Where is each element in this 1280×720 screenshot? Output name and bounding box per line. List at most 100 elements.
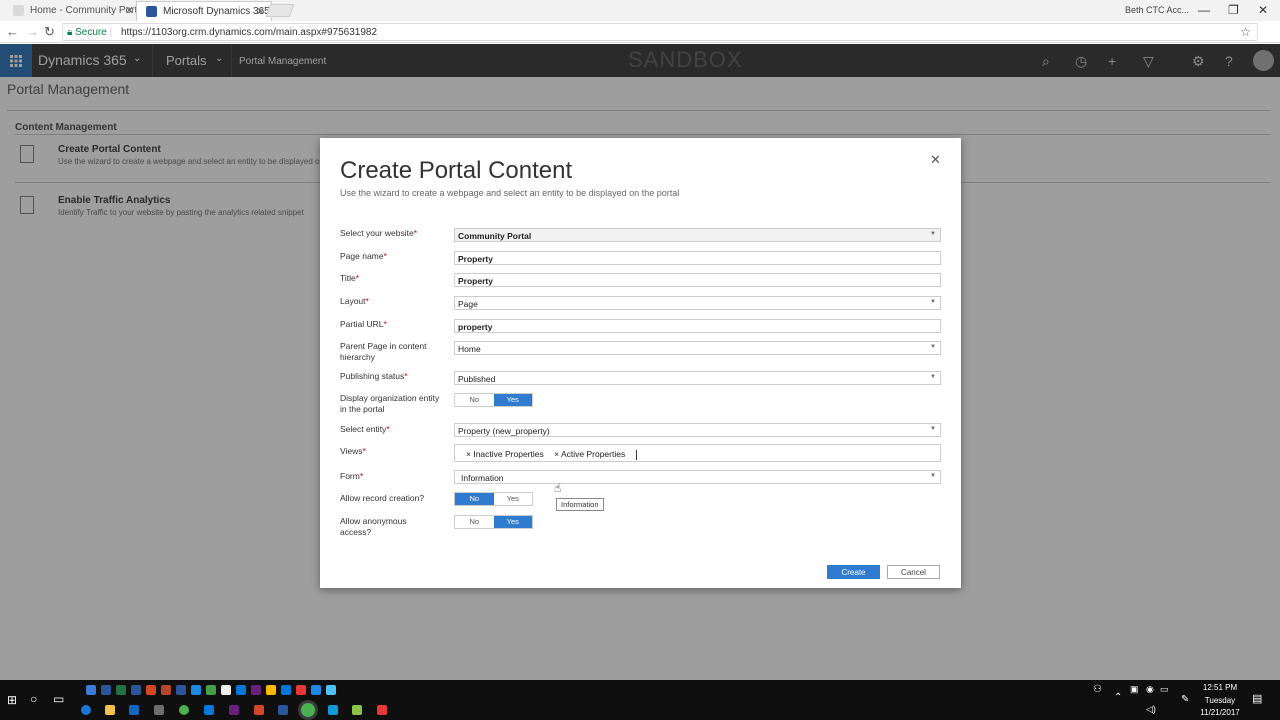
task-view-icon[interactable]: ▭ [53, 692, 64, 706]
secure-label: Secure [75, 27, 107, 38]
edge-icon[interactable] [81, 705, 91, 715]
website-select[interactable]: Community Portal ▼ [454, 228, 941, 242]
word-icon[interactable] [131, 685, 141, 695]
tab-label: Microsoft Dynamics 365 [163, 6, 270, 17]
excel-icon[interactable] [116, 685, 126, 695]
no-option[interactable]: No [455, 394, 494, 406]
word-icon[interactable] [278, 705, 288, 715]
partial-url-input[interactable]: property [454, 319, 941, 333]
reload-icon[interactable]: ↻ [44, 24, 55, 40]
close-window-icon[interactable]: ✕ [1258, 3, 1268, 17]
notifications-icon[interactable]: ▤ [1252, 692, 1262, 705]
allow-create-toggle[interactable]: No Yes [454, 492, 533, 506]
tab-home-community-portal[interactable]: Home - Community Porta ✕ [4, 1, 140, 21]
dialog-title: Create Portal Content [340, 157, 573, 184]
close-tab-icon[interactable]: ✕ [125, 4, 134, 17]
visual-studio-icon[interactable] [229, 705, 239, 715]
app-icon[interactable] [326, 685, 336, 695]
no-option[interactable]: No [455, 516, 494, 528]
app-icon[interactable] [86, 685, 96, 695]
create-button[interactable]: Create [827, 565, 880, 579]
publishing-status-select[interactable]: Published ▼ [454, 371, 941, 385]
app-icon[interactable] [236, 685, 246, 695]
clock-time[interactable]: 12:51 PM [1198, 683, 1242, 692]
cortana-icon[interactable]: ○ [30, 692, 37, 706]
yes-option[interactable]: Yes [493, 516, 532, 528]
clock-day[interactable]: Tuesday [1198, 696, 1242, 705]
volume-icon[interactable]: ◁) [1146, 704, 1156, 715]
app-icon[interactable] [296, 685, 306, 695]
display-org-label: Display organization entity in the porta… [340, 393, 440, 414]
new-tab-button[interactable] [265, 4, 295, 17]
yes-option[interactable]: Yes [494, 493, 533, 505]
app-icon[interactable] [352, 705, 362, 715]
clock-date[interactable]: 11/21/2017 [1198, 708, 1242, 717]
no-option[interactable]: No [455, 493, 494, 505]
app-icon[interactable] [221, 685, 231, 695]
tray-icon[interactable]: ▣ [1130, 684, 1139, 695]
outlook-icon[interactable] [204, 705, 214, 715]
windows-start-icon[interactable]: ⊞ [7, 693, 17, 707]
chrome-icon[interactable] [179, 705, 189, 715]
lock-icon: 🔒︎ [67, 27, 73, 38]
app-icon[interactable] [328, 705, 338, 715]
app-icon[interactable] [154, 705, 164, 715]
page-name-input[interactable]: Property [454, 251, 941, 265]
bookmark-star-icon[interactable]: ☆ [1240, 25, 1251, 39]
powerpoint-icon[interactable] [254, 705, 264, 715]
cancel-button[interactable]: Cancel [887, 565, 940, 579]
views-label: Views* [340, 446, 366, 456]
chrome-active-icon[interactable] [301, 703, 315, 717]
view-chip[interactable]: × Active Properties [554, 449, 625, 459]
back-icon[interactable]: ← [6, 24, 19, 39]
pen-icon[interactable]: ✎ [1181, 694, 1189, 705]
app-icon[interactable] [311, 685, 321, 695]
file-explorer-icon[interactable] [105, 705, 115, 715]
form-select[interactable]: Information ▼ [454, 470, 941, 484]
mouse-cursor-icon: ☝︎ [554, 481, 562, 495]
people-icon[interactable]: ⚇ [1093, 684, 1102, 695]
visual-studio-icon[interactable] [251, 685, 261, 695]
tooltip: Information [556, 498, 604, 511]
yes-option[interactable]: Yes [493, 394, 532, 406]
page-name-label: Page name* [340, 251, 387, 261]
forward-icon[interactable]: → [26, 24, 39, 39]
app-icon[interactable] [101, 685, 111, 695]
layout-select[interactable]: Page ▼ [454, 296, 941, 310]
minimize-icon[interactable]: — [1198, 3, 1210, 17]
tray-icon[interactable]: ◉ [1146, 684, 1154, 695]
views-multiselect[interactable]: × Inactive Properties × Active Propertie… [454, 444, 941, 462]
app-icon[interactable] [377, 705, 387, 715]
tab-label: Home - Community Porta [30, 5, 140, 16]
partial-url-label: Partial URL* [340, 319, 387, 329]
text-cursor [635, 449, 637, 460]
chevron-up-icon[interactable]: ⌃ [1114, 692, 1122, 703]
browser-tab-strip: Home - Community Porta ✕ Microsoft Dynam… [0, 0, 1280, 21]
display-org-toggle[interactable]: No Yes [454, 393, 533, 407]
create-portal-content-dialog: Create Portal Content Use the wizard to … [320, 138, 961, 588]
url-field[interactable]: 🔒︎ Secure | https://1103org.crm.dynamics… [62, 23, 1258, 41]
browser-user-label[interactable]: Beth CTC Acc... [1125, 5, 1189, 15]
allow-anon-toggle[interactable]: No Yes [454, 515, 533, 529]
close-icon[interactable]: ✕ [930, 152, 941, 168]
network-icon[interactable]: ▭ [1160, 684, 1169, 695]
tab-dynamics-365[interactable]: Microsoft Dynamics 365 ✕ [136, 1, 272, 21]
app-icon[interactable] [206, 685, 216, 695]
app-icon[interactable] [161, 685, 171, 695]
chevron-down-icon: ▼ [930, 374, 936, 380]
layout-label: Layout* [340, 296, 369, 306]
title-input[interactable]: Property [454, 273, 941, 287]
close-tab-icon[interactable]: ✕ [256, 5, 265, 18]
app-icon[interactable] [176, 685, 186, 695]
edge-icon[interactable] [191, 685, 201, 695]
powerpoint-icon[interactable] [146, 685, 156, 695]
app-icon[interactable] [266, 685, 276, 695]
restore-icon[interactable]: ❐ [1228, 3, 1239, 17]
entity-select[interactable]: Property (new_property) ▼ [454, 423, 941, 437]
parent-page-select[interactable]: Home ▼ [454, 341, 941, 355]
ie-icon[interactable] [129, 705, 139, 715]
outlook-icon[interactable] [281, 685, 291, 695]
view-chip[interactable]: × Inactive Properties [466, 449, 544, 459]
allow-create-label: Allow record creation? [340, 493, 425, 503]
entity-label: Select entity* [340, 424, 390, 434]
